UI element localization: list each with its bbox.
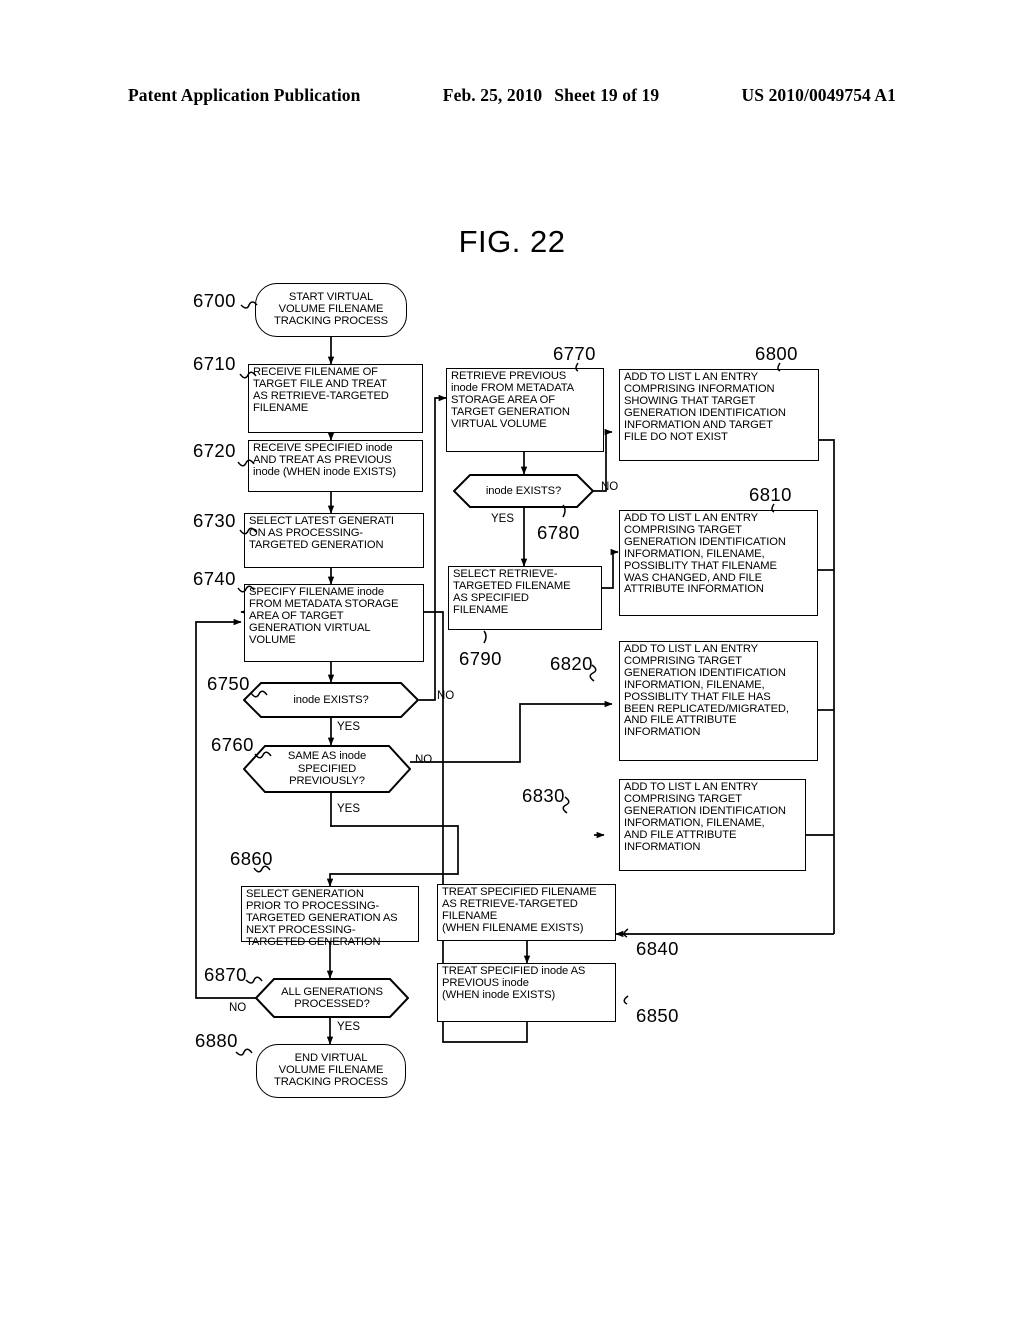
node-add-entry-not-exist: ADD TO LIST L AN ENTRY COMPRISING INFORM… bbox=[619, 369, 819, 461]
node-specify-filename-inode: SPECIFY FILENAME inode FROM METADATA STO… bbox=[244, 584, 424, 662]
ref-leader-lines bbox=[235, 301, 781, 1056]
node-start-process: START VIRTUAL VOLUME FILENAME TRACKING P… bbox=[255, 283, 407, 337]
node-add-entry-filename-changed: ADD TO LIST L AN ENTRY COMPRISING TARGET… bbox=[619, 510, 818, 616]
ref-6840: 6840 bbox=[636, 938, 679, 959]
node-retrieve-previous-inode: RETRIEVE PREVIOUS inode FROM METADATA ST… bbox=[446, 368, 604, 452]
edge-label-6760-no: NO bbox=[415, 754, 433, 766]
node-select-latest-generation: SELECT LATEST GENERATI ON AS PROCESSING-… bbox=[244, 513, 424, 568]
node-treat-specified-filename: TREAT SPECIFIED FILENAME AS RETRIEVE-TAR… bbox=[437, 884, 616, 941]
node-treat-specified-inode: TREAT SPECIFIED inode AS PREVIOUS inode … bbox=[437, 963, 616, 1022]
node-add-entry-basic: ADD TO LIST L AN ENTRY COMPRISING TARGET… bbox=[619, 779, 806, 871]
ref-6860: 6860 bbox=[230, 848, 273, 869]
ref-6800: 6800 bbox=[755, 343, 798, 364]
ref-6780: 6780 bbox=[537, 522, 580, 543]
node-decision-all-generations-6870: ALL GENERATIONS PROCESSED? bbox=[255, 978, 409, 1018]
edge-label-6750-no: NO bbox=[437, 690, 455, 702]
edge-label-6780-yes: YES bbox=[491, 513, 515, 525]
ref-6710: 6710 bbox=[193, 353, 236, 374]
ref-6760: 6760 bbox=[211, 734, 254, 755]
edge-label-6760-yes: YES bbox=[337, 803, 361, 815]
node-decision-inode-exists-6750: inode EXISTS? bbox=[243, 682, 419, 718]
ref-6830: 6830 bbox=[522, 785, 565, 806]
ref-6730: 6730 bbox=[193, 510, 236, 531]
ref-6790: 6790 bbox=[459, 648, 502, 669]
ref-6850: 6850 bbox=[636, 1005, 679, 1026]
decision-label: inode EXISTS? bbox=[485, 484, 562, 497]
node-select-retrieve-targeted-filename: SELECT RETRIEVE- TARGETED FILENAME AS SP… bbox=[448, 566, 602, 630]
node-receive-specified-inode: RECEIVE SPECIFIED inode AND TREAT AS PRE… bbox=[248, 440, 423, 492]
ref-6820: 6820 bbox=[550, 653, 593, 674]
node-end-process: END VIRTUAL VOLUME FILENAME TRACKING PRO… bbox=[256, 1044, 406, 1098]
node-decision-inode-exists-6780: inode EXISTS? bbox=[453, 474, 594, 508]
edge-label-6870-yes: YES bbox=[337, 1021, 361, 1033]
node-receive-filename: RECEIVE FILENAME OF TARGET FILE AND TREA… bbox=[248, 364, 423, 433]
decision-label: SAME AS inode SPECIFIED PREVIOUSLY? bbox=[287, 750, 367, 788]
edge-label-6870-no: NO bbox=[229, 1002, 247, 1014]
ref-6810: 6810 bbox=[749, 484, 792, 505]
decision-label: inode EXISTS? bbox=[293, 693, 369, 706]
ref-6770: 6770 bbox=[553, 343, 596, 364]
ref-6880: 6880 bbox=[195, 1030, 238, 1051]
decision-label: ALL GENERATIONS PROCESSED? bbox=[281, 985, 383, 1010]
ref-6740: 6740 bbox=[193, 568, 236, 589]
ref-6750: 6750 bbox=[207, 673, 250, 694]
ref-6870: 6870 bbox=[204, 964, 247, 985]
ref-6700: 6700 bbox=[193, 290, 236, 311]
ref-6720: 6720 bbox=[193, 440, 236, 461]
node-decision-same-as-inode-6760: SAME AS inode SPECIFIED PREVIOUSLY? bbox=[243, 745, 411, 793]
edge-label-6780-no: NO bbox=[601, 481, 619, 493]
flowchart-connectors bbox=[195, 337, 835, 1045]
edge-label-6750-yes: YES bbox=[337, 721, 361, 733]
node-add-entry-replicated-migrated: ADD TO LIST L AN ENTRY COMPRISING TARGET… bbox=[619, 641, 818, 761]
node-select-prior-generation: SELECT GENERATION PRIOR TO PROCESSING- T… bbox=[241, 886, 419, 948]
flowchart-diagram: START VIRTUAL VOLUME FILENAME TRACKING P… bbox=[0, 0, 1024, 1320]
